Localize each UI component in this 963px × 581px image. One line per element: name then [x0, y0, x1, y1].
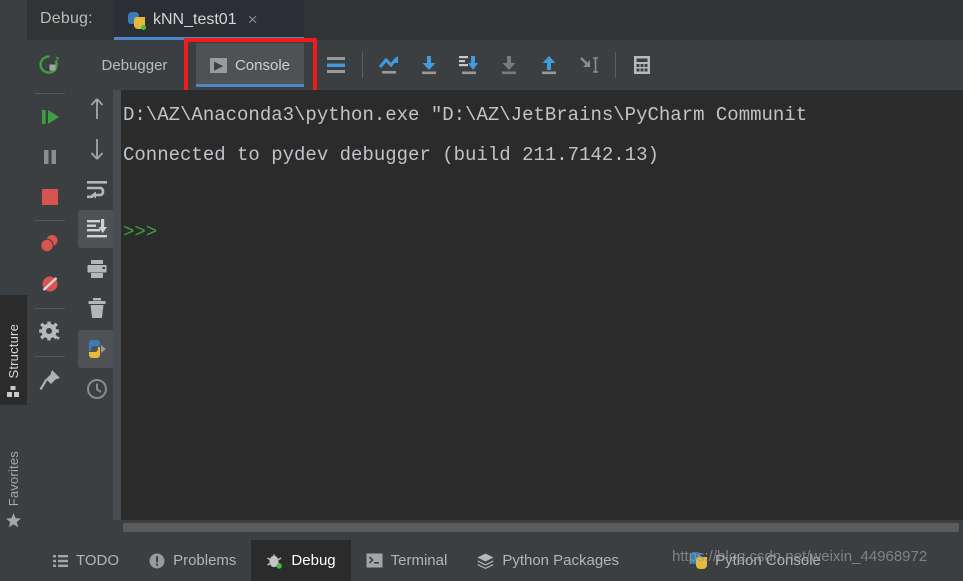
console-hscrollbar-thumb[interactable]: [123, 523, 959, 532]
soft-wrap-icon[interactable]: [78, 170, 116, 208]
debug-action-bar: [27, 90, 73, 540]
layers-icon: [477, 553, 494, 569]
step-into-my-code-icon[interactable]: [489, 40, 529, 90]
console-line: Connected to pydev debugger (build 211.7…: [123, 144, 659, 166]
action-separator-2: [35, 220, 65, 221]
terminal-icon: [366, 553, 383, 568]
run-tab-header: Debug: kNN_test01 ×: [0, 0, 963, 40]
left-tool-window-bar: Structure Favorites: [0, 40, 27, 540]
action-separator-3: [35, 308, 65, 309]
status-terminal-label: Terminal: [390, 552, 448, 569]
sidebar-item-favorites[interactable]: Favorites: [0, 410, 27, 535]
python-logo-icon: [128, 11, 146, 30]
header-left-gutter: [0, 0, 27, 40]
step-over-icon[interactable]: [369, 40, 409, 90]
status-python-packages[interactable]: Python Packages: [462, 540, 634, 581]
mute-breakpoints-toggle-icon[interactable]: [31, 265, 69, 303]
down-arrow-icon[interactable]: [78, 130, 116, 168]
toolbar-separator-2: [615, 52, 616, 78]
sidebar-item-structure-label: Structure: [6, 324, 21, 379]
pin-tab-icon[interactable]: [31, 361, 69, 399]
list-icon: [53, 554, 68, 568]
action-separator-4: [35, 356, 65, 357]
console-line: D:\AZ\Anaconda3\python.exe "D:\AZ\JetBra…: [123, 104, 808, 126]
status-todo[interactable]: TODO: [38, 540, 134, 581]
run-tab-label: kNN_test01: [153, 11, 237, 28]
status-problems-label: Problems: [173, 552, 237, 569]
rerun-debug-icon[interactable]: [31, 50, 69, 88]
status-python-packages-label: Python Packages: [502, 552, 620, 569]
up-arrow-icon[interactable]: [78, 90, 116, 128]
run-to-cursor-icon[interactable]: [569, 40, 609, 90]
step-into-icon[interactable]: [409, 40, 449, 90]
force-step-into-icon[interactable]: [449, 40, 489, 90]
sidebar-item-favorites-label: Favorites: [6, 450, 21, 506]
tab-console[interactable]: ▶ Console: [196, 43, 304, 87]
python-console-icon[interactable]: [78, 330, 116, 368]
close-icon[interactable]: ×: [248, 10, 258, 30]
sidebar-item-structure[interactable]: Structure: [0, 295, 27, 405]
tab-debugger[interactable]: Debugger: [77, 40, 192, 90]
tab-console-active-underline: [196, 84, 304, 87]
tab-console-label: Console: [234, 56, 291, 74]
bug-icon: [266, 553, 283, 569]
debug-stepping-toolbar: [316, 40, 662, 90]
console-left-gutter: [113, 90, 121, 520]
print-icon[interactable]: [78, 250, 116, 288]
watermark-text: https://blog.csdn.net/weixin_44968972: [672, 548, 928, 565]
status-debug-label: Debug: [291, 552, 336, 569]
trash-icon[interactable]: [78, 290, 116, 328]
pycharm-debug-window: Debug: kNN_test01 × Debugger ▶ Console S…: [0, 0, 963, 581]
console-prompt-icon: ▶: [209, 57, 227, 73]
evaluate-expression-icon[interactable]: [622, 40, 662, 90]
mute-breakpoints-icon[interactable]: [316, 40, 356, 90]
history-clock-icon[interactable]: [78, 370, 116, 408]
structure-icon: [6, 385, 21, 399]
toolbar-separator: [362, 52, 363, 78]
console-output[interactable]: D:\AZ\Anaconda3\python.exe "D:\AZ\JetBra…: [121, 90, 963, 520]
status-todo-label: TODO: [76, 552, 120, 569]
status-problems[interactable]: Problems: [134, 540, 251, 581]
action-separator-1: [35, 93, 65, 94]
pause-program-icon[interactable]: [31, 138, 69, 176]
step-out-icon[interactable]: [529, 40, 569, 90]
scroll-to-end-icon[interactable]: [78, 210, 116, 248]
resume-program-icon[interactable]: [31, 98, 69, 136]
status-debug[interactable]: Debug: [251, 540, 351, 581]
star-icon: [5, 512, 22, 529]
run-configuration-tab[interactable]: kNN_test01 ×: [114, 0, 304, 40]
status-terminal[interactable]: Terminal: [351, 540, 463, 581]
debug-label: Debug:: [40, 10, 93, 27]
console-prompt: >>>: [123, 221, 158, 243]
warning-icon: [149, 553, 165, 569]
settings-gear-icon[interactable]: [31, 313, 69, 351]
stop-icon[interactable]: [31, 178, 69, 216]
view-breakpoints-icon[interactable]: [31, 225, 69, 263]
